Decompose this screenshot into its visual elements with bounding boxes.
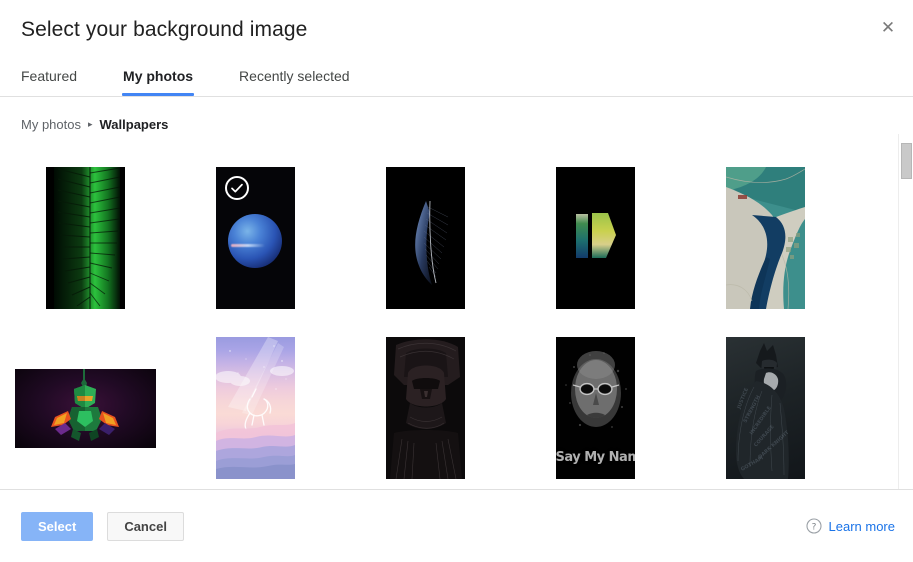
- batman-artwork: JUSTICE STRENGTH INCREDIBLE COURAGE DARK…: [725, 337, 805, 479]
- thumbnail-green-palm-leaf[interactable]: [45, 167, 125, 309]
- svg-text:?: ?: [811, 523, 816, 533]
- close-icon[interactable]: ✕: [876, 16, 900, 40]
- breadcrumb: My photos ▸ Wallpapers: [0, 97, 913, 134]
- palm-leaf-artwork: [45, 167, 125, 309]
- thumbnail-grid: Say My Name: [0, 134, 913, 489]
- dialog-footer: Select Cancel ? Learn more: [0, 489, 913, 562]
- thumbnail-pastel-unicorn-sky[interactable]: [215, 337, 295, 479]
- heisenberg-artwork: [555, 337, 635, 479]
- thumbnail-cell: [170, 153, 340, 323]
- boba-fett-artwork: [14, 368, 156, 448]
- thumbnail-low-poly-boba-fett[interactable]: [14, 368, 156, 448]
- thumbnail-cell: [680, 153, 850, 323]
- abstract-feather-artwork: [385, 167, 465, 309]
- scrollbar-thumb[interactable]: [901, 143, 912, 179]
- dialog-header: Select your background image ✕ Featured …: [0, 0, 913, 97]
- geometric-shapes-artwork: [555, 167, 635, 309]
- darth-vader-artwork: [385, 337, 465, 479]
- thumbnail-cell: [340, 153, 510, 323]
- thumbnail-satellite-coastline[interactable]: [725, 167, 805, 309]
- thumbnail-cell: [510, 153, 680, 323]
- thumbnail-cell: Say My Name: [510, 323, 680, 489]
- thumbnail-cell: [0, 323, 170, 489]
- thumbnail-cell: [170, 323, 340, 489]
- cancel-button[interactable]: Cancel: [107, 511, 184, 541]
- planet-sphere: [228, 213, 282, 268]
- thumbnail-darth-vader-helmet[interactable]: [385, 337, 465, 479]
- chevron-right-icon: ▸: [87, 118, 93, 129]
- scrollbar-track[interactable]: [898, 134, 913, 489]
- thumbnail-grid-container: Say My Name: [0, 134, 913, 489]
- question-mark-circle-icon[interactable]: ?: [805, 518, 822, 534]
- thumbnail-abstract-feather[interactable]: [385, 167, 465, 309]
- selected-check-icon: [224, 176, 249, 200]
- thumbnail-cell: JUSTICE STRENGTH INCREDIBLE COURAGE DARK…: [680, 323, 850, 489]
- thumbnail-row: Say My Name: [0, 323, 913, 489]
- thumbnail-cell: [0, 153, 170, 323]
- tab-my-photos[interactable]: My photos: [122, 68, 195, 96]
- breadcrumb-current: Wallpapers: [99, 116, 169, 132]
- satellite-coastline-artwork: [725, 167, 805, 309]
- thumbnail-row: [0, 153, 913, 323]
- thumbnail-blue-planet-neptune[interactable]: [215, 167, 295, 309]
- thumbnail-green-geometric-shapes[interactable]: [555, 167, 635, 309]
- tab-bar: Featured My photos Recently selected: [0, 56, 913, 96]
- tab-recently-selected[interactable]: Recently selected: [239, 68, 350, 96]
- thumbnail-heisenberg-say-my-name[interactable]: Say My Name: [555, 337, 635, 479]
- background-image-dialog: Select your background image ✕ Featured …: [0, 0, 913, 562]
- unicorn-sky-artwork: [215, 337, 295, 479]
- thumbnail-cell: [340, 323, 510, 489]
- breadcrumb-root[interactable]: My photos: [21, 117, 81, 132]
- select-button[interactable]: Select: [21, 511, 94, 541]
- footer-help-group: ? Learn more: [805, 518, 895, 534]
- learn-more-link[interactable]: Learn more: [829, 519, 895, 534]
- tab-featured[interactable]: Featured: [21, 68, 77, 96]
- thumbnail-batman-typography-cape[interactable]: JUSTICE STRENGTH INCREDIBLE COURAGE DARK…: [725, 337, 805, 479]
- header-divider: [0, 96, 913, 97]
- page-title: Select your background image: [21, 18, 308, 41]
